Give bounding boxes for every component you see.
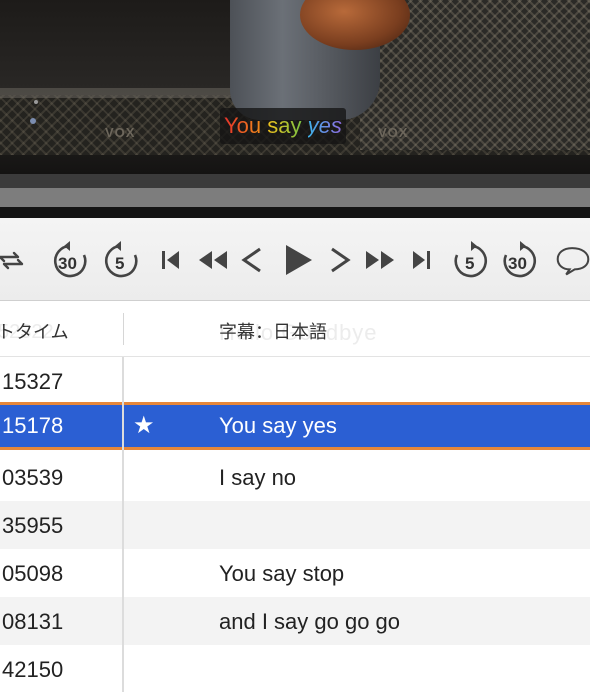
forward-30-label: 30	[508, 254, 527, 273]
fast-forward-icon	[366, 251, 394, 269]
time-cell: 05098	[2, 561, 64, 586]
table-row[interactable]: 08131 and I say go go go	[0, 597, 590, 645]
column-header-time[interactable]: トタイム	[0, 318, 69, 344]
repeat-button[interactable]	[0, 239, 28, 281]
table-row[interactable]: 15327	[0, 357, 590, 405]
table-row[interactable]: 05098 You say stop	[0, 549, 590, 597]
amp-knob	[30, 118, 36, 124]
fast-rewind-button[interactable]	[194, 239, 232, 281]
table-row[interactable]: 35955	[0, 501, 590, 549]
table-row-selected[interactable]: 15178 ★ You say yes	[0, 402, 590, 450]
rewind-30-label: 30	[58, 254, 77, 273]
repeat-icon	[0, 251, 24, 270]
step-forward-button[interactable]	[326, 239, 354, 281]
time-cell: 15178	[2, 413, 64, 438]
amp-knob	[34, 100, 38, 104]
subtitle-cell: You say yes	[219, 413, 337, 438]
fast-forward-button[interactable]	[361, 239, 399, 281]
subtitle-table: 15327 15178 ★ You say yes 03539 I say no…	[0, 357, 590, 693]
skip-to-end-icon	[413, 251, 430, 269]
time-cell: 42150	[2, 657, 64, 682]
speech-bubble-icon	[556, 247, 590, 276]
seek-bar[interactable]	[0, 188, 590, 207]
column-divider	[122, 357, 124, 692]
time-cell: 35955	[2, 513, 64, 538]
transport-bar: 30 5 5 30	[0, 218, 590, 301]
time-cell: 15327	[2, 369, 64, 394]
forward-5-label: 5	[465, 254, 475, 273]
skip-to-start-button[interactable]	[158, 239, 184, 281]
subtitle-button[interactable]	[556, 239, 590, 281]
step-forward-icon	[331, 247, 351, 273]
subtitle-cell: and I say go go go	[219, 609, 401, 634]
column-header-subtitle[interactable]: 字幕：日本語	[219, 318, 327, 344]
subtitle-overlay: You say yes	[220, 108, 346, 144]
rewind-5-label: 5	[115, 254, 125, 273]
caption-word: yes	[307, 113, 342, 138]
play-button[interactable]	[280, 239, 316, 281]
table-row[interactable]: 03539 I say no	[0, 453, 590, 501]
step-back-icon	[241, 247, 261, 273]
column-divider[interactable]	[123, 313, 124, 345]
skip-to-end-button[interactable]	[408, 239, 434, 281]
video-bottom-bar	[0, 174, 590, 188]
video-player[interactable]: VOX VOX You say yes	[0, 0, 590, 174]
star-icon[interactable]: ★	[133, 411, 155, 440]
time-cell: 03539	[2, 465, 64, 490]
subtitle-cell: You say stop	[219, 561, 345, 586]
caption-word: You	[224, 113, 262, 138]
amp-logo-right: VOX	[378, 125, 409, 140]
table-header: 52322 トタイム Hello Goodbye 字幕：日本語	[0, 301, 590, 357]
fast-rewind-icon	[199, 251, 227, 269]
subtitle-cell: I say no	[219, 465, 297, 490]
caption-word: say	[267, 113, 302, 138]
skip-to-start-icon	[162, 251, 179, 269]
time-cell: 08131	[2, 609, 64, 634]
table-row[interactable]: 42150	[0, 645, 590, 693]
play-icon	[286, 245, 312, 275]
amp-logo-left: VOX	[105, 125, 136, 140]
seek-bar-shadow	[0, 207, 590, 218]
step-back-button[interactable]	[238, 239, 266, 281]
